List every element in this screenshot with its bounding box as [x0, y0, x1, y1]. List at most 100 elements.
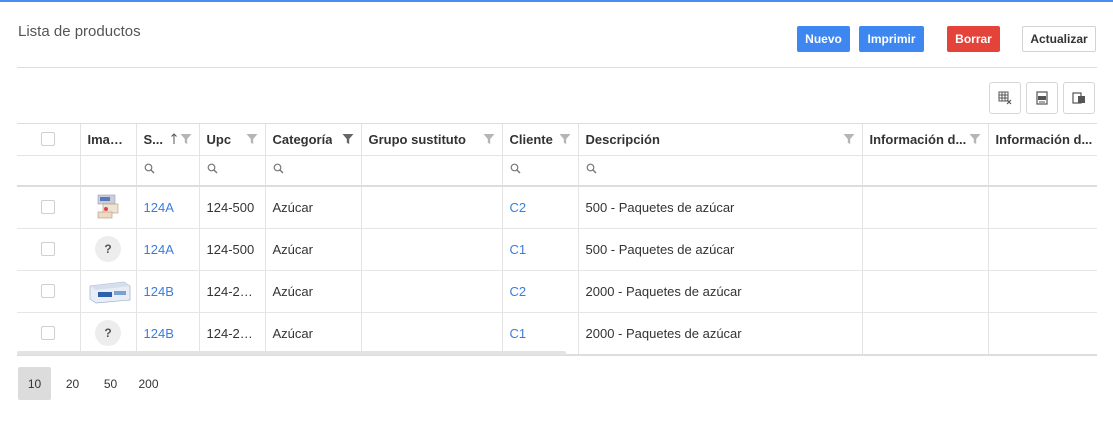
filter-cell-upc[interactable] [199, 155, 266, 187]
table-row[interactable]: ? 124A 124-500 Azúcar C1 500 - Paquetes … [17, 228, 1097, 271]
column-chooser-icon [998, 91, 1012, 105]
category-cell: Azúcar [265, 312, 362, 354]
description-cell: 2000 - Paquetes de azúcar [578, 312, 863, 354]
row-checkbox[interactable] [41, 326, 56, 340]
sku-link[interactable]: 124A [144, 242, 174, 257]
filter-icon[interactable] [180, 133, 192, 145]
info-2-cell [988, 186, 1097, 229]
delete-button[interactable]: Borrar [947, 26, 1000, 52]
info-1-cell [862, 186, 989, 229]
placeholder-image[interactable]: ? [95, 236, 121, 262]
filter-cell-info-1[interactable] [862, 155, 989, 187]
column-chooser-button[interactable] [989, 82, 1021, 114]
upc-cell: 124-2000 [199, 312, 266, 354]
filter-cell-category[interactable] [265, 155, 362, 187]
column-header-category[interactable]: Categoría [265, 124, 362, 156]
sku-link[interactable]: 124B [144, 326, 174, 341]
upc-cell: 124-2000 [199, 270, 266, 313]
category-cell: Azúcar [265, 270, 362, 313]
search-icon [273, 163, 283, 174]
page-size-200[interactable]: 200 [132, 367, 165, 400]
products-grid: Imag... S... Upc Categoría Grupo sustitu… [17, 123, 1097, 356]
table-row[interactable]: 124A 124-500 Azúcar C2 500 - Paquetes de… [17, 186, 1097, 229]
header-row: Imag... S... Upc Categoría Grupo sustitu… [17, 124, 1097, 156]
page-size-50[interactable]: 50 [94, 367, 127, 400]
substitute-group-cell [361, 186, 503, 229]
column-header-description[interactable]: Descripción [578, 124, 863, 156]
row-checkbox[interactable] [41, 200, 56, 215]
filter-cell-substitute-group[interactable] [361, 155, 503, 187]
filter-cell-client[interactable] [502, 155, 579, 187]
filter-icon[interactable] [483, 133, 495, 145]
page-size-10[interactable]: 10 [18, 367, 51, 400]
new-button[interactable]: Nuevo [797, 26, 850, 52]
column-header-sku[interactable]: S... [136, 124, 200, 156]
search-icon [510, 163, 520, 174]
table-row[interactable]: 124B 124-2000 Azúcar C2 2000 - Paquetes … [17, 270, 1097, 313]
info-1-cell [862, 228, 989, 271]
client-link[interactable]: C1 [510, 326, 527, 341]
column-header-upc[interactable]: Upc [199, 124, 266, 156]
filter-cell-info-2[interactable] [988, 155, 1097, 187]
column-header-client[interactable]: Cliente [502, 124, 579, 156]
select-all-header[interactable] [17, 124, 81, 156]
sku-link[interactable]: 124A [144, 200, 174, 215]
column-header-info-2[interactable]: Información d... [988, 124, 1097, 156]
filter-cell-sku[interactable] [136, 155, 200, 187]
column-header-info-1[interactable]: Información d... [862, 124, 989, 156]
description-cell: 500 - Paquetes de azúcar [578, 228, 863, 271]
filter-cell [80, 155, 137, 187]
row-checkbox[interactable] [41, 242, 56, 256]
copy-layout-button[interactable] [1063, 82, 1095, 114]
filter-cell-description[interactable] [578, 155, 863, 187]
copy-layout-icon [1072, 92, 1085, 104]
info-1-cell [862, 270, 989, 313]
product-image[interactable] [95, 193, 121, 221]
column-header-substitute-group[interactable]: Grupo sustituto [361, 124, 503, 156]
page-size-20[interactable]: 20 [56, 367, 89, 400]
page-title: Lista de productos [18, 23, 141, 40]
header-divider [17, 67, 1097, 68]
filter-icon[interactable] [559, 133, 571, 145]
category-cell: Azúcar [265, 186, 362, 229]
upc-cell: 124-500 [199, 228, 266, 271]
description-cell: 2000 - Paquetes de azúcar [578, 270, 863, 313]
sort-ascending-icon[interactable] [170, 133, 178, 145]
product-image[interactable] [88, 278, 132, 304]
sku-link[interactable]: 124B [144, 284, 174, 299]
placeholder-image[interactable]: ? [95, 320, 121, 346]
search-icon [207, 163, 217, 174]
filter-active-icon[interactable] [342, 133, 354, 145]
search-icon [144, 163, 154, 174]
substitute-group-cell [361, 312, 503, 354]
info-2-cell [988, 228, 1097, 271]
refresh-button[interactable]: Actualizar [1022, 26, 1096, 52]
info-1-cell [862, 312, 989, 354]
substitute-group-cell [361, 270, 503, 313]
column-header-sku-label: S... [143, 131, 164, 147]
client-link[interactable]: C2 [510, 200, 527, 215]
export-excel-icon [1036, 91, 1048, 105]
select-all-checkbox[interactable] [41, 132, 56, 147]
top-accent-line [0, 0, 1113, 2]
description-cell: 500 - Paquetes de azúcar [578, 186, 863, 229]
column-header-image[interactable]: Imag... [80, 124, 137, 156]
filter-row [17, 155, 1097, 187]
info-2-cell [988, 270, 1097, 313]
filter-icon[interactable] [246, 133, 258, 145]
export-excel-button[interactable] [1026, 82, 1058, 114]
page-size-selector: 10 20 50 200 [18, 367, 170, 400]
substitute-group-cell [361, 228, 503, 271]
filter-icon[interactable] [843, 133, 855, 145]
info-2-cell [988, 312, 1097, 354]
table-row[interactable]: ? 124B 124-2000 Azúcar C1 2000 - Paquete… [17, 312, 1097, 354]
filter-icon[interactable] [969, 133, 981, 145]
category-cell: Azúcar [265, 228, 362, 271]
row-checkbox[interactable] [41, 284, 56, 298]
search-icon [586, 163, 596, 174]
client-link[interactable]: C2 [510, 284, 527, 299]
upc-cell: 124-500 [199, 186, 266, 229]
print-button[interactable]: Imprimir [859, 26, 924, 52]
horizontal-scrollbar[interactable] [17, 351, 566, 355]
client-link[interactable]: C1 [510, 242, 527, 257]
